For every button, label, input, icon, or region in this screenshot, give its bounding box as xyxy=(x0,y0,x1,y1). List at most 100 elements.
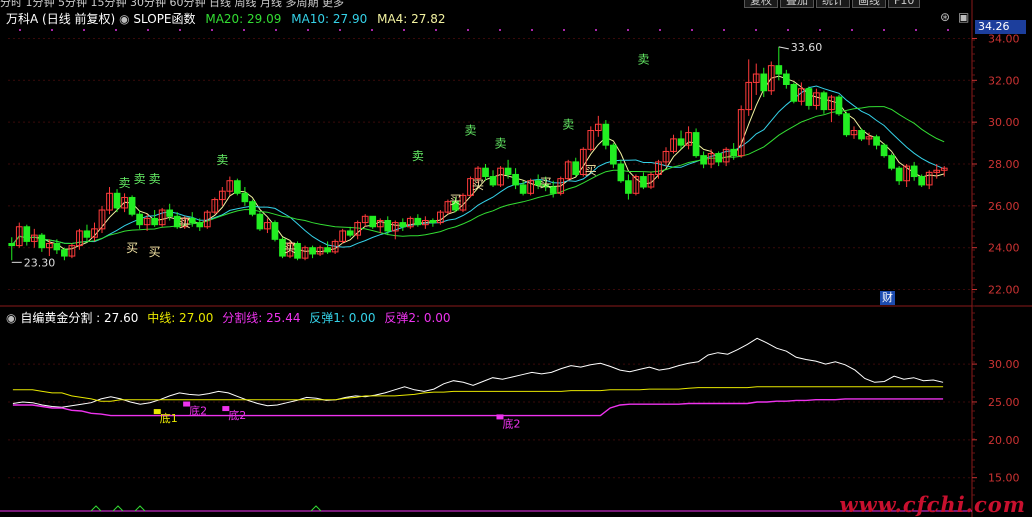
candle-body xyxy=(782,73,790,85)
candlestick-series: 33.60 23.30 xyxy=(8,41,948,269)
candle-body xyxy=(873,136,880,146)
top-dot xyxy=(499,29,501,31)
price-annotation: 23.30 xyxy=(24,256,56,269)
candle-body xyxy=(309,247,316,255)
price-pointer xyxy=(778,46,789,50)
sell-signal: 卖 xyxy=(149,172,161,186)
top-dot xyxy=(819,29,821,31)
finance-marker[interactable]: 财 xyxy=(880,291,895,305)
candle-body xyxy=(489,176,497,186)
candle-body xyxy=(519,184,527,194)
axis-tick-label: 32.00 xyxy=(988,74,1020,87)
top-dot xyxy=(243,29,245,31)
candle-body xyxy=(888,155,895,169)
collapse-icon[interactable]: ⊛ xyxy=(940,10,950,24)
top-dot xyxy=(691,29,693,31)
buy-signal: 买 xyxy=(449,193,461,207)
top-dot xyxy=(83,29,85,31)
top-dot xyxy=(947,29,949,31)
buy-signal: 买 xyxy=(472,178,484,192)
sell-signal: 卖 xyxy=(134,172,146,186)
indicator-dropdown-icon[interactable]: ◉ xyxy=(119,12,129,26)
kline-chart[interactable]: 33.6023.30 买买卖卖卖买卖买卖买买卖卖买卖买卖 底1底2 底2底2 22… xyxy=(0,0,1032,517)
top-dot xyxy=(915,29,917,31)
sell-signal: 卖 xyxy=(464,124,476,138)
candle-body xyxy=(700,155,707,165)
candle-body xyxy=(324,247,331,253)
candle-body xyxy=(910,165,918,178)
candle-body xyxy=(512,173,519,186)
candle-body xyxy=(61,249,68,257)
candle-body xyxy=(918,176,926,186)
baseline-spike xyxy=(112,505,124,512)
window-icon[interactable]: ▣ xyxy=(958,10,969,24)
candle-body xyxy=(249,201,256,215)
top-dot xyxy=(371,29,373,31)
candle-body xyxy=(790,83,798,102)
candle-body xyxy=(775,65,783,75)
candle-body xyxy=(128,196,136,215)
candle-body xyxy=(256,213,264,230)
bottom-marker: 底2 xyxy=(189,404,207,418)
sell-signal: 卖 xyxy=(562,117,574,131)
top-dot xyxy=(659,29,661,31)
candle-body xyxy=(196,222,204,228)
candle-body xyxy=(271,222,279,240)
adjust-button[interactable]: 复权 xyxy=(744,0,778,8)
stats-button[interactable]: 统计 xyxy=(816,0,850,8)
overlay-button[interactable]: 叠加 xyxy=(780,0,814,8)
top-dot xyxy=(339,29,341,31)
candle-body xyxy=(369,215,377,228)
buy-signal: 买 xyxy=(284,241,296,255)
candle-body xyxy=(843,113,850,136)
candle-body xyxy=(399,222,407,228)
split-line-label: 分割线: 25.44 xyxy=(222,311,301,325)
candle-body xyxy=(760,73,768,92)
split-line xyxy=(12,398,944,417)
price-axis: 22.00 24.00 26.00 28.00 30.00 32.00 34.00 15.00… xyxy=(972,32,1020,496)
candle-body xyxy=(820,92,828,111)
candle-body xyxy=(414,217,422,226)
axis-tick-label: 25.00 xyxy=(988,396,1020,409)
axis-tick-label: 24.00 xyxy=(988,242,1020,255)
sub-indicator-icon[interactable]: ◉ xyxy=(6,311,16,325)
candle-body xyxy=(53,243,61,251)
draw-button[interactable]: 画线 xyxy=(852,0,886,8)
buy-signal: 买 xyxy=(585,163,597,177)
candle-body xyxy=(805,88,813,106)
candle-body xyxy=(677,138,685,146)
candle-body xyxy=(384,219,392,232)
candle-body xyxy=(610,144,617,165)
candle-body xyxy=(113,192,121,209)
axis-tick-label: 30.00 xyxy=(988,116,1020,129)
bottom-marker: 底1 xyxy=(160,411,178,425)
candle-body xyxy=(83,230,91,238)
top-dot xyxy=(627,29,629,31)
bottom-marker: 底2 xyxy=(228,408,246,422)
f10-button[interactable]: F10 xyxy=(888,0,921,8)
candle-body xyxy=(617,163,625,182)
candle-body xyxy=(895,167,903,182)
candle-body xyxy=(8,243,16,247)
candle-body xyxy=(241,192,249,203)
axis-tick-label: 15.00 xyxy=(988,472,1020,485)
candle-body xyxy=(715,153,722,163)
sell-signal: 卖 xyxy=(216,153,228,167)
axis-tick-label: 30.00 xyxy=(988,358,1020,371)
top-dot xyxy=(531,29,533,31)
candle-body xyxy=(692,132,700,157)
ma20-label: MA20: 29.09 xyxy=(205,12,282,26)
period-tabs[interactable]: 分时 1分钟 5分钟 15分钟 30分钟 60分钟 日线 周线 月线 多周期 更… xyxy=(0,0,344,10)
top-dot xyxy=(307,29,309,31)
top-dot xyxy=(467,29,469,31)
candle-body xyxy=(136,213,143,226)
buy-signal: 买 xyxy=(149,245,161,259)
top-dot xyxy=(275,29,277,31)
period-label: (日线 前复权) xyxy=(42,12,116,26)
sub-indicator-name[interactable]: 自编黄金分割 xyxy=(20,311,92,325)
top-dot xyxy=(787,29,789,31)
candle-body xyxy=(572,161,580,175)
stock-name: 万科A xyxy=(6,12,39,26)
indicator-name[interactable]: SLOPE函数 xyxy=(133,12,195,26)
golden-line xyxy=(12,337,944,408)
